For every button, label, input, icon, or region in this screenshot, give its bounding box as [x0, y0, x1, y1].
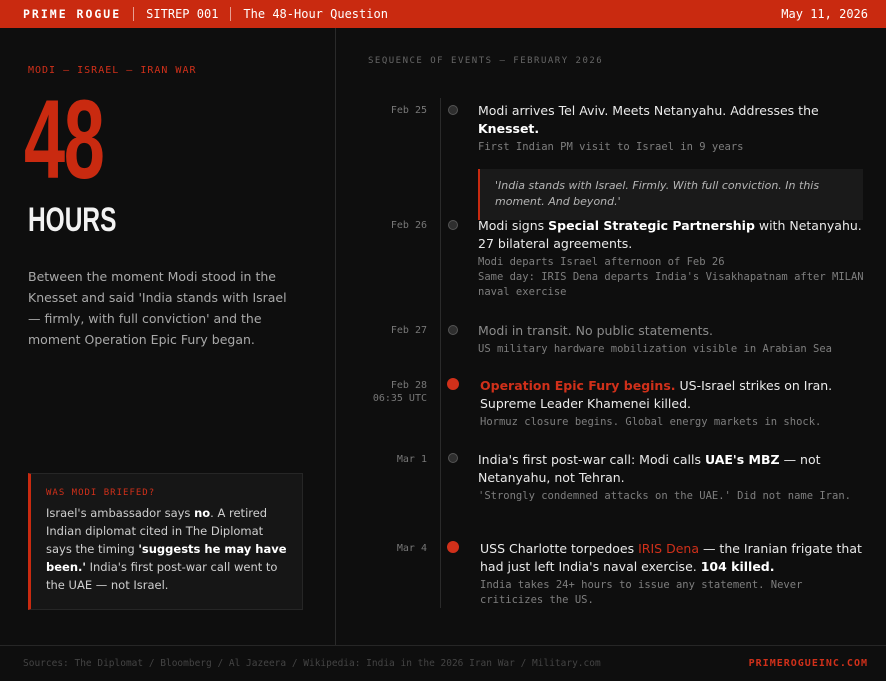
callout-body: Israel's ambassador says no. A retired I…	[46, 506, 287, 592]
timeline-dot	[448, 220, 458, 230]
event-date: Feb 25	[390, 105, 427, 116]
timeline-line	[440, 98, 441, 608]
event-title: Modi arrives Tel Aviv. Meets Netanyahu. …	[478, 103, 819, 136]
event-detail: Hormuz closure begins. Global energy mar…	[480, 416, 822, 428]
event-title: India's first post-war call: Modi calls …	[478, 452, 821, 485]
event-title: Modi signs Special Strategic Partnership…	[478, 218, 862, 251]
divider	[230, 7, 232, 21]
event-title: Modi in transit. No public statements.	[478, 323, 714, 338]
top-bar: PRIME ROGUE SITREP 001 The 48-Hour Quest…	[0, 0, 886, 28]
hours-number: 48	[24, 77, 105, 202]
event-detail: Same day: IRIS Dena departs India's Visa…	[478, 271, 864, 298]
summary-panel: MODI — ISRAEL — IRAN WAR 48 HOURS Betwee…	[0, 28, 336, 645]
callout-heading: WAS MODI BRIEFED?	[46, 488, 156, 498]
report-code: SITREP 001	[146, 7, 219, 21]
event-date: Mar 4	[396, 543, 427, 554]
event-date: Feb 26	[390, 220, 427, 231]
section-kicker: MODI — ISRAEL — IRAN WAR	[28, 65, 197, 76]
timeline-dot-highlight	[447, 378, 459, 390]
event-detail: US military hardware mobilization visibl…	[478, 343, 833, 355]
hours-label: HOURS	[28, 201, 117, 239]
intro-text: Between the moment Modi stood in the Kne…	[28, 269, 287, 347]
briefing-callout: WAS MODI BRIEFED? Israel's ambassador sa…	[28, 473, 303, 610]
event-date: Mar 1	[396, 454, 427, 465]
event-date: Feb 27	[390, 325, 427, 336]
event-time: 06:35 UTC	[372, 393, 427, 404]
event-quote: 'India stands with Israel. Firmly. With …	[478, 169, 863, 220]
footer: Sources: The Diplomat / Bloomberg / Al J…	[0, 645, 886, 681]
timeline-dot-highlight	[447, 541, 459, 553]
site-link[interactable]: PRIMEROGUEINC.COM	[749, 658, 868, 669]
sources-text: Sources: The Diplomat / Bloomberg / Al J…	[23, 658, 601, 669]
event-detail: Modi departs Israel afternoon of Feb 26	[478, 256, 725, 268]
event-detail: India takes 24+ hours to issue any state…	[480, 579, 803, 606]
timeline-panel: SEQUENCE OF EVENTS — FEBRUARY 2026 Feb 2…	[337, 28, 886, 645]
timeline-dot	[448, 105, 458, 115]
report-date: May 11, 2026	[781, 7, 868, 21]
report-headline: The 48-Hour Question	[243, 7, 388, 21]
event-detail: 'Strongly condemned attacks on the UAE.'…	[478, 490, 851, 502]
timeline-heading: SEQUENCE OF EVENTS — FEBRUARY 2026	[368, 56, 604, 66]
event-title: USS Charlotte torpedoes IRIS Dena — the …	[480, 541, 862, 574]
event-date: Feb 28 06:35 UTC	[372, 380, 427, 404]
timeline-dot	[448, 453, 458, 463]
divider	[133, 7, 135, 21]
event-detail: First Indian PM visit to Israel in 9 yea…	[478, 141, 744, 153]
brand-logo[interactable]: PRIME ROGUE	[23, 7, 121, 21]
event-title: Operation Epic Fury begins. US-Israel st…	[480, 378, 833, 411]
timeline-dot	[448, 325, 458, 335]
